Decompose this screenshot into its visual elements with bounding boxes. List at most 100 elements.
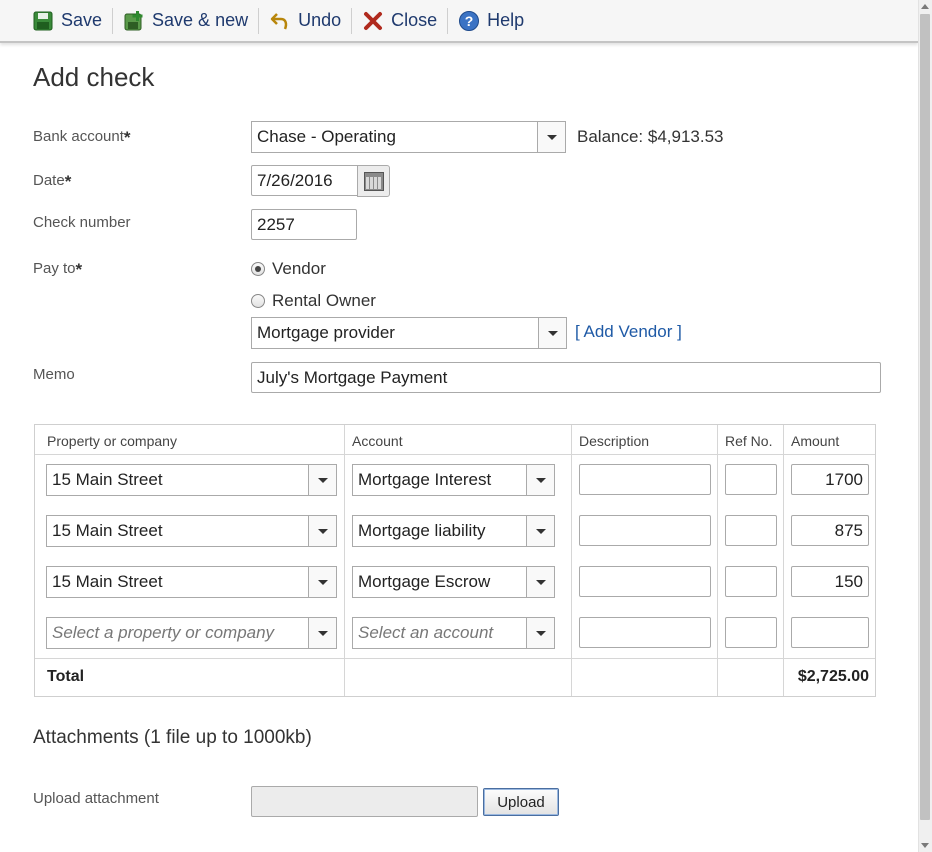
radio-checked-icon[interactable]	[251, 262, 265, 276]
upload-attachment-label: Upload attachment	[33, 790, 159, 807]
upload-file-field[interactable]	[251, 786, 478, 817]
column-header-amount: Amount	[791, 433, 840, 449]
line-items-table: Property or company Account Description …	[34, 424, 876, 697]
payee-value: Mortgage provider	[257, 323, 395, 342]
chevron-down-icon[interactable]	[308, 516, 336, 546]
row-property-value: 15 Main Street	[52, 572, 163, 591]
chevron-down-icon[interactable]	[526, 516, 554, 546]
floppy-disk-icon	[32, 10, 54, 32]
chevron-down-icon[interactable]	[537, 122, 565, 152]
total-divider	[35, 658, 875, 659]
column-header-account: Account	[352, 433, 403, 449]
row-property-select[interactable]: 15 Main Street	[46, 566, 337, 598]
row-description-field[interactable]	[579, 566, 711, 597]
row-amount-field[interactable]: 150	[791, 566, 869, 597]
row-amount-value: 150	[834, 571, 863, 591]
column-header-description: Description	[579, 433, 650, 449]
undo-button[interactable]: Undo	[259, 8, 351, 34]
save-and-new-button[interactable]: Save & new	[113, 8, 258, 34]
new-row-amount-field[interactable]	[791, 617, 869, 648]
help-button[interactable]: ? Help	[448, 8, 534, 34]
date-label: Date*	[33, 170, 71, 191]
column-header-ref-no: Ref No.	[725, 433, 773, 449]
pay-to-vendor-radio[interactable]: Vendor	[251, 259, 326, 279]
bank-account-label: Bank account*	[33, 126, 131, 147]
close-button[interactable]: Close	[352, 8, 447, 34]
calendar-icon	[364, 172, 384, 191]
memo-value: July's Mortgage Payment	[257, 367, 448, 387]
pay-to-rental-owner-radio[interactable]: Rental Owner	[251, 291, 376, 311]
date-label-text: Date	[33, 172, 65, 189]
chevron-down-icon[interactable]	[308, 567, 336, 597]
date-value: 7/26/2016	[257, 170, 333, 190]
vendor-option-label: Vendor	[272, 259, 326, 278]
row-property-value: 15 Main Street	[52, 470, 163, 489]
new-row-account-select[interactable]: Select an account	[352, 617, 555, 649]
chevron-down-icon[interactable]	[308, 618, 336, 648]
row-account-select[interactable]: Mortgage liability	[352, 515, 555, 547]
bank-account-label-text: Bank account	[33, 128, 124, 145]
payee-select[interactable]: Mortgage provider	[251, 317, 567, 349]
radio-unchecked-icon[interactable]	[251, 294, 265, 308]
row-account-value: Mortgage Escrow	[358, 572, 491, 591]
column-divider	[344, 425, 345, 696]
row-property-select[interactable]: 15 Main Street	[46, 464, 337, 496]
new-row-description-field[interactable]	[579, 617, 711, 648]
undo-label: Undo	[298, 10, 342, 30]
row-ref-field[interactable]	[725, 566, 777, 597]
total-value: $2,725.00	[797, 668, 869, 685]
vertical-scrollbar[interactable]	[918, 0, 932, 852]
row-amount-value: 1700	[825, 469, 863, 489]
row-ref-field[interactable]	[725, 515, 777, 546]
help-label: Help	[487, 10, 525, 30]
total-label: Total	[47, 668, 85, 685]
chevron-down-icon[interactable]	[538, 318, 566, 348]
svg-text:?: ?	[465, 13, 474, 29]
row-account-value: Mortgage liability	[358, 521, 486, 540]
bank-account-value: Chase - Operating	[257, 127, 396, 146]
required-marker: *	[75, 260, 83, 279]
row-amount-field[interactable]: 1700	[791, 464, 869, 495]
scrollbar-thumb[interactable]	[920, 14, 930, 820]
scroll-down-arrow-icon[interactable]	[921, 843, 929, 848]
page-title: Add check	[33, 62, 155, 92]
check-number-field[interactable]: 2257	[251, 209, 357, 240]
required-marker: *	[123, 128, 131, 147]
row-description-field[interactable]	[579, 515, 711, 546]
column-header-property: Property or company	[47, 433, 177, 449]
chevron-down-icon[interactable]	[526, 465, 554, 495]
column-divider	[717, 425, 718, 696]
upload-button[interactable]: Upload	[483, 788, 559, 816]
row-account-select[interactable]: Mortgage Escrow	[352, 566, 555, 598]
row-ref-field[interactable]	[725, 464, 777, 495]
balance-text: Balance: $4,913.53	[577, 127, 724, 146]
check-number-value: 2257	[257, 214, 295, 234]
bank-account-select[interactable]: Chase - Operating	[251, 121, 566, 153]
row-property-value: 15 Main Street	[52, 521, 163, 540]
undo-arrow-icon	[269, 10, 291, 32]
save-button[interactable]: Save	[22, 8, 112, 34]
save-new-icon	[123, 10, 145, 32]
row-description-field[interactable]	[579, 464, 711, 495]
scroll-up-arrow-icon[interactable]	[921, 4, 929, 9]
calendar-button[interactable]	[357, 165, 390, 197]
save-label: Save	[61, 10, 103, 30]
memo-field[interactable]: July's Mortgage Payment	[251, 362, 881, 393]
chevron-down-icon[interactable]	[526, 567, 554, 597]
date-field[interactable]: 7/26/2016	[251, 165, 358, 196]
account-placeholder: Select an account	[358, 623, 494, 642]
chevron-down-icon[interactable]	[308, 465, 336, 495]
row-account-value: Mortgage Interest	[358, 470, 492, 489]
check-number-label: Check number	[33, 214, 131, 231]
save-and-new-label: Save & new	[152, 10, 249, 30]
new-row-property-select[interactable]: Select a property or company	[46, 617, 337, 649]
row-amount-field[interactable]: 875	[791, 515, 869, 546]
row-account-select[interactable]: Mortgage Interest	[352, 464, 555, 496]
row-property-select[interactable]: 15 Main Street	[46, 515, 337, 547]
close-label: Close	[391, 10, 438, 30]
new-row-ref-field[interactable]	[725, 617, 777, 648]
add-vendor-link[interactable]: [ Add Vendor ]	[575, 322, 682, 342]
attachments-title: Attachments (1 file up to 1000kb)	[33, 727, 312, 748]
chevron-down-icon[interactable]	[526, 618, 554, 648]
header-divider	[35, 454, 875, 455]
